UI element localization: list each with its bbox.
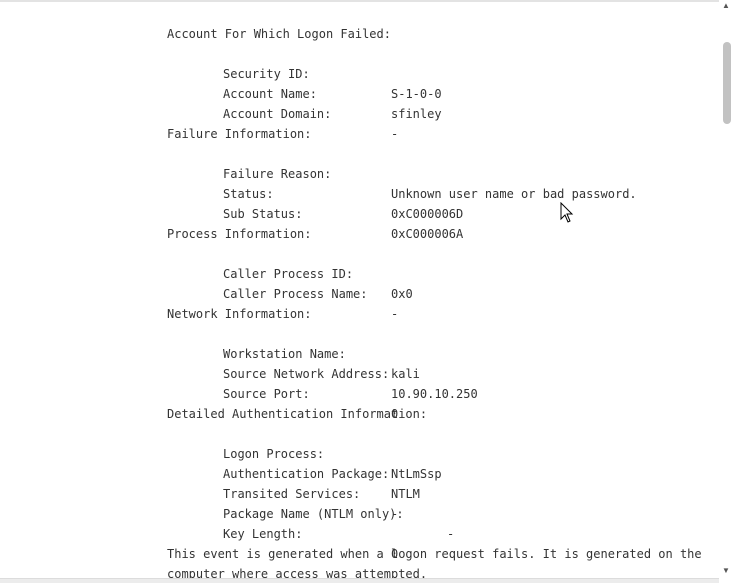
- event-details-viewport: Account For Which Logon Failed: Security…: [0, 0, 733, 583]
- field-status: Status: 0xC000006D: [167, 164, 712, 221]
- mouse-pointer-icon: [560, 202, 574, 223]
- field-source-network-address: Source Network Address: 10.90.10.250: [167, 344, 712, 401]
- field-label: Key Length:: [223, 527, 303, 541]
- field-label: Source Port:: [223, 387, 310, 401]
- field-value: 0x0: [391, 287, 413, 301]
- field-workstation-name: Workstation Name: kali: [167, 324, 712, 381]
- field-label: Sub Status:: [223, 207, 303, 221]
- top-divider: [0, 0, 719, 2]
- field-value: 0xC000006A: [391, 227, 464, 241]
- field-sub-status: Sub Status: 0xC000006A: [167, 184, 712, 241]
- field-failure-reason: Failure Reason: Unknown user name or bad…: [167, 144, 712, 201]
- bottom-divider: [0, 578, 719, 583]
- field-account-name: Account Name: sfinley: [167, 64, 712, 121]
- scroll-down-arrow-icon[interactable]: ▼: [722, 567, 730, 575]
- field-authentication-package: Authentication Package: NTLM: [167, 444, 712, 501]
- field-value: -: [391, 127, 399, 141]
- field-logon-process: Logon Process: NtLmSsp: [167, 424, 712, 481]
- field-value: -: [447, 527, 455, 541]
- field-value: 0xC000006D: [391, 207, 464, 221]
- field-key-length: Key Length: 0: [167, 504, 712, 561]
- field-package-name: Package Name (NTLM only): -: [167, 484, 712, 541]
- section-heading: Account For Which Logon Failed:: [167, 27, 391, 41]
- network-section: Network Information: Workstation Name: k…: [167, 304, 712, 421]
- field-source-port: Source Port: 0: [167, 364, 712, 421]
- section-heading: Failure Information:: [167, 127, 312, 141]
- event-details-content: Account For Which Logon Failed: Security…: [167, 24, 712, 583]
- field-security-id: Security ID: S-1-0-0: [167, 44, 712, 101]
- scroll-up-arrow-icon[interactable]: ▲: [722, 2, 730, 10]
- section-heading: Detailed Authentication Information:: [167, 407, 428, 421]
- section-heading: Network Information:: [167, 307, 312, 321]
- account-section: Account For Which Logon Failed: Security…: [167, 24, 712, 141]
- field-value: -: [391, 307, 399, 321]
- field-caller-process-name: Caller Process Name: -: [167, 264, 712, 321]
- field-value: sfinley: [391, 107, 442, 121]
- field-account-domain: Account Domain: -: [167, 84, 712, 141]
- field-label: Caller Process Name:: [223, 287, 368, 301]
- auth-section: Detailed Authentication Information: Log…: [167, 404, 712, 561]
- failure-section: Failure Information: Failure Reason: Unk…: [167, 124, 712, 241]
- field-value: 0: [391, 547, 399, 561]
- field-transited-services: Transited Services: -: [167, 464, 712, 521]
- field-value: 10.90.10.250: [391, 387, 478, 401]
- field-value: 0: [391, 407, 399, 421]
- vertical-scrollbar[interactable]: ▲ ▼: [719, 0, 733, 583]
- field-label: Account Domain:: [223, 107, 332, 121]
- field-caller-process-id: Caller Process ID: 0x0: [167, 244, 712, 301]
- scrollbar-thumb[interactable]: [723, 42, 731, 124]
